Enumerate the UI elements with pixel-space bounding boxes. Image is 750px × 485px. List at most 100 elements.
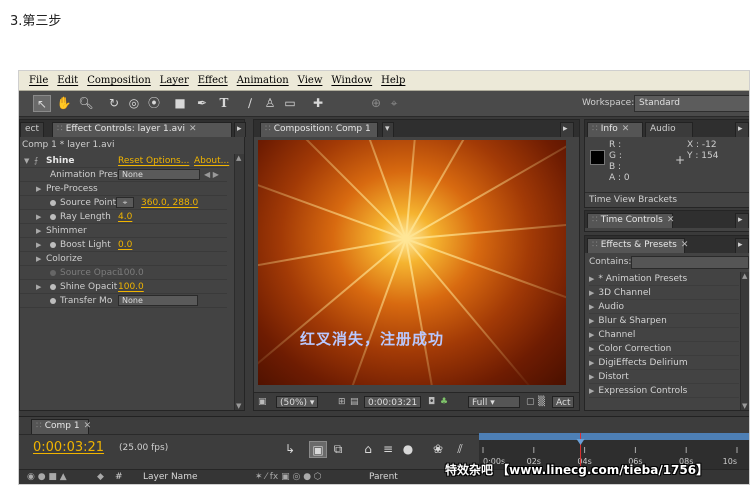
effect-controls-scrollbar[interactable]: ▲ ▼	[234, 154, 244, 410]
brainstorm-icon[interactable]: ❀	[429, 441, 447, 458]
fx-icon[interactable]: ⨍	[34, 154, 38, 168]
animation-preset-select[interactable]: None	[118, 169, 200, 180]
stopwatch-icon[interactable]	[50, 284, 56, 290]
close-icon[interactable]: ✕	[84, 421, 92, 431]
effects-presets-scrollbar[interactable]: ▲ ▼	[740, 272, 749, 410]
scroll-up-icon[interactable]: ▲	[742, 272, 747, 280]
expand-icon[interactable]: ▶	[36, 182, 41, 196]
menu-help[interactable]: Help	[381, 75, 405, 86]
camera-icon[interactable]: ◘	[428, 396, 435, 408]
hand-tool-icon[interactable]: ✋	[55, 95, 73, 112]
preset-arrows-icon[interactable]: ◀ ▶	[204, 168, 219, 182]
pre-process-row[interactable]: ▶ Pre-Process	[20, 182, 227, 196]
menu-view[interactable]: View	[298, 75, 323, 86]
menu-edit[interactable]: Edit	[57, 75, 78, 86]
tab-effect-controls[interactable]: ∷ Effect Controls: layer 1.avi ✕	[52, 122, 232, 137]
preset-category[interactable]: ▶ Color Correction	[589, 342, 739, 356]
switches-icons[interactable]: ✶ ⁄ fx ▣ ◎ ● ⬡	[255, 472, 322, 482]
expand-icon[interactable]: ▶	[36, 224, 41, 238]
boost-light-value[interactable]: 0.0	[118, 238, 132, 252]
panel-options-icon[interactable]: ▸	[560, 122, 574, 137]
preset-category[interactable]: ▶ Channel	[589, 328, 739, 342]
show-channel-icon[interactable]: ♣	[440, 396, 448, 408]
active-camera-select[interactable]: Act	[552, 396, 575, 408]
crosshair-icon[interactable]: ⌖	[116, 197, 134, 208]
tab-comp[interactable]: ∷ Comp 1 ✕	[31, 419, 92, 434]
axis-icon[interactable]: ⊕	[367, 95, 385, 112]
composition-viewer[interactable]: 红叉消失，注册成功	[258, 140, 566, 385]
puppet-pin-icon[interactable]: ✚	[309, 95, 327, 112]
eraser-icon[interactable]: ▭	[281, 95, 299, 112]
tab-effects-presets[interactable]: ∷ Effects & Presets ✕	[587, 238, 688, 253]
rectangle-mask-icon[interactable]: ■	[171, 95, 189, 112]
expand-icon[interactable]: ▶	[36, 280, 41, 294]
stopwatch-icon[interactable]	[50, 200, 56, 206]
colorize-row[interactable]: ▶ Colorize	[20, 252, 227, 266]
hide-shy-layers-icon[interactable]: ⌂	[359, 441, 377, 458]
scroll-down-icon[interactable]: ▼	[742, 402, 747, 410]
preset-category[interactable]: ▶ Expression Controls	[589, 384, 739, 398]
panel-menu-icon[interactable]: ▸	[735, 238, 749, 253]
draft-3d-icon[interactable]: ⧉	[329, 441, 347, 458]
brush-tool-icon[interactable]: ∕	[241, 95, 259, 112]
about-link[interactable]: About...	[194, 154, 229, 168]
transfer-mode-select[interactable]: None	[118, 295, 198, 306]
menu-effect[interactable]: Effect	[198, 75, 228, 86]
selection-tool-icon[interactable]: ↖	[33, 95, 51, 112]
grid-icon[interactable]: ⊞	[338, 396, 346, 408]
stopwatch-icon[interactable]	[50, 242, 56, 248]
panel-menu-icon[interactable]: ▸	[234, 122, 246, 137]
orbit-camera-icon[interactable]: ◎	[125, 95, 143, 112]
menu-layer[interactable]: Layer	[160, 75, 189, 86]
preset-category[interactable]: ▶ Blur & Sharpen	[589, 314, 739, 328]
expand-icon[interactable]: ▶	[36, 252, 41, 266]
tab-info[interactable]: ∷ Info ✕	[587, 122, 643, 137]
playhead-handle[interactable]	[576, 439, 585, 445]
column-parent[interactable]: Parent	[369, 472, 398, 482]
expand-icon[interactable]: ▶	[36, 210, 41, 224]
resolution-select[interactable]: Full ▾	[468, 396, 520, 408]
preset-category[interactable]: ▶ Distort	[589, 370, 739, 384]
contains-search-input[interactable]	[631, 256, 749, 269]
transparency-grid-icon[interactable]: ▒	[538, 396, 545, 408]
current-time-field[interactable]: 0:00:03:21	[364, 396, 422, 408]
zoom-tool-icon[interactable]: 🔍︎	[77, 95, 95, 112]
pen-tool-icon[interactable]: ✒	[193, 95, 211, 112]
reset-options-link[interactable]: Reset Options...	[118, 154, 189, 168]
graph-editor-icon[interactable]: ⫽	[451, 441, 469, 458]
menu-composition[interactable]: Composition	[87, 75, 151, 86]
close-icon[interactable]: ✕	[622, 124, 630, 134]
menu-file[interactable]: File	[29, 75, 48, 86]
frame-blending-icon[interactable]: ≡	[379, 441, 397, 458]
comp-mini-flowchart-icon[interactable]: ↳	[281, 441, 299, 458]
pan-behind-icon[interactable]: ⦿	[145, 95, 163, 112]
source-point-value[interactable]: 360.0, 288.0	[141, 196, 198, 210]
panel-menu-icon[interactable]: ▾	[382, 122, 394, 137]
collapse-icon[interactable]: ▼	[24, 154, 29, 168]
column-layer-name[interactable]: Layer Name	[143, 472, 198, 482]
workspace-select[interactable]: Standard	[634, 95, 749, 112]
preset-category[interactable]: ▶ 3D Channel	[589, 286, 739, 300]
tab-composition[interactable]: ∷ Composition: Comp 1	[260, 122, 378, 137]
av-features-icon[interactable]: ◉ ● ■ ▲	[27, 472, 67, 482]
menu-window[interactable]: Window	[331, 75, 372, 86]
menu-animation[interactable]: Animation	[237, 75, 289, 86]
clone-stamp-icon[interactable]: ♙	[261, 95, 279, 112]
stopwatch-icon[interactable]	[50, 214, 56, 220]
snapshot-icon[interactable]: ▤	[350, 396, 359, 408]
label-icon[interactable]: ◆	[97, 472, 104, 482]
live-update-icon[interactable]: ▣	[309, 441, 327, 458]
expand-icon[interactable]: ▶	[36, 238, 41, 252]
tab-project[interactable]: ect	[20, 122, 45, 137]
panel-menu-icon[interactable]: ▸	[735, 213, 749, 228]
type-tool-icon[interactable]: T	[215, 95, 233, 112]
shimmer-row[interactable]: ▶ Shimmer	[20, 224, 227, 238]
axis-mode-icon[interactable]: ⌖	[385, 95, 403, 112]
region-icon[interactable]: ▢	[526, 396, 535, 408]
close-icon[interactable]: ✕	[189, 124, 197, 134]
close-icon[interactable]: ✕	[681, 240, 689, 250]
shine-opacity-value[interactable]: 100.0	[118, 280, 144, 294]
motion-blur-icon[interactable]: ●	[399, 441, 417, 458]
preset-category[interactable]: ▶ DigiEffects Delirium	[589, 356, 739, 370]
preset-category[interactable]: ▶ * Animation Presets	[589, 272, 739, 286]
